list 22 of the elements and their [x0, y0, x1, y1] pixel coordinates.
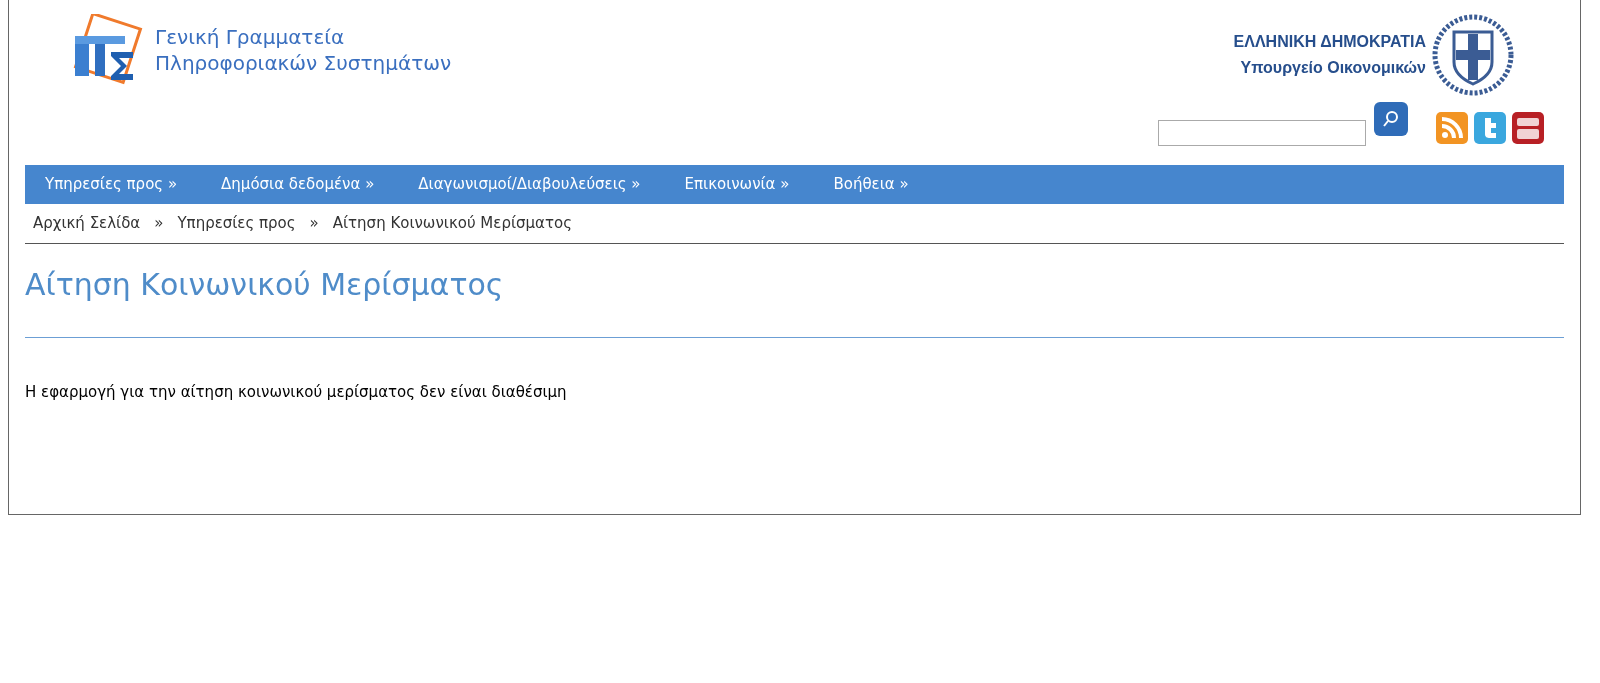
nav-menu-item[interactable]: Επικοινωνία » — [662, 173, 812, 196]
ministry-name-line: Υπουργείο Οικονομικών — [1240, 58, 1426, 78]
search-icon — [1381, 109, 1401, 129]
search-field[interactable] — [1158, 120, 1366, 146]
breadcrumb-separator: » — [309, 213, 319, 235]
nav-menu-item[interactable]: Δημόσια δεδομένα » — [199, 173, 397, 196]
bird-icon[interactable] — [1474, 112, 1506, 144]
coat-of-arms-icon — [1432, 14, 1514, 96]
message-text: Η εφαρμογή για την αίτηση κοινωνικού μερίσματος δεν είναι διαθέσιμη — [25, 382, 568, 403]
organization-name-line: Γενική Γραμματεία — [155, 24, 346, 50]
page-title: Αίτηση Κοινωνικού Μερίσματος — [25, 262, 1564, 338]
ministry-name-line: ΕΛΛΗΝΙΚΗ ΔΗΜΟΚΡΑΤΙΑ — [1233, 32, 1426, 52]
breadcrumb-current: Αίτηση Κοινωνικού Μερίσματος — [332, 213, 572, 235]
organization-name-line: Πληροφοριακών Συστημάτων — [155, 50, 452, 76]
nav-menu-item[interactable]: Υπηρεσίες προς » — [45, 173, 200, 196]
search-button[interactable] — [1374, 102, 1408, 136]
breadcrumb-link[interactable]: Υπηρεσίες προς — [177, 212, 296, 235]
rss-icon[interactable] — [1436, 112, 1468, 144]
breadcrumb-separator: » — [154, 213, 164, 235]
nav-menu-item[interactable]: Διαγωνισμοί/Διαβουλεύσεις » — [396, 173, 663, 196]
breadcrumb-link[interactable]: Αρχική Σελίδα — [33, 212, 141, 235]
nav-menu-item[interactable]: Βοήθεια » — [811, 173, 931, 196]
